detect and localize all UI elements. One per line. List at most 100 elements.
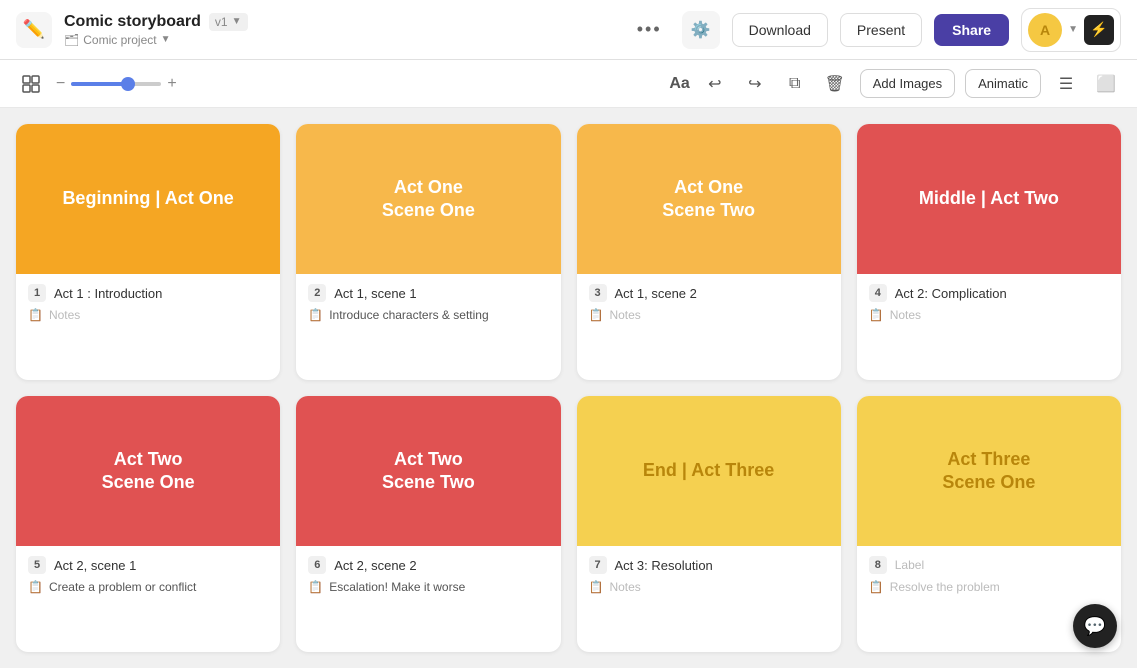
pencil-icon: ✏️	[23, 19, 45, 40]
card-notes-7: 📋 Notes	[589, 580, 829, 594]
card-1[interactable]: Beginning | Act One 1 Act 1 : Introducti…	[16, 124, 280, 380]
card-title-8: Label	[895, 558, 924, 572]
card-7[interactable]: End | Act Three 7 Act 3: Resolution 📋 No…	[577, 396, 841, 652]
card-number-8: 8	[869, 556, 887, 574]
trash-icon: 🗑	[825, 74, 845, 94]
grid-view-button[interactable]	[16, 69, 46, 99]
share-button[interactable]: Share	[934, 14, 1009, 46]
chevron-down-icon: ▼	[161, 34, 171, 45]
card-body-2: 2 Act 1, scene 1 📋 Introduce characters …	[296, 274, 560, 332]
animatic-button[interactable]: Animatic	[965, 69, 1041, 98]
card-body-8: 8 Label 📋 Resolve the problem	[857, 546, 1121, 604]
card-image-3: Act OneScene Two	[577, 124, 841, 274]
font-size-button[interactable]: Aa	[669, 75, 689, 93]
card-title-4: Act 2: Complication	[895, 286, 1007, 301]
card-2[interactable]: Act OneScene One 2 Act 1, scene 1 📋 Intr…	[296, 124, 560, 380]
present-button[interactable]: Present	[840, 13, 922, 47]
card-body-7: 7 Act 3: Resolution 📋 Notes	[577, 546, 841, 604]
card-notes-2: 📋 Introduce characters & setting	[308, 308, 548, 322]
card-image-6: Act TwoScene Two	[296, 396, 560, 546]
folder-icon: 🗂	[64, 33, 79, 47]
card-5[interactable]: Act TwoScene One 5 Act 2, scene 1 📋 Crea…	[16, 396, 280, 652]
card-body-3: 3 Act 1, scene 2 📋 Notes	[577, 274, 841, 332]
card-notes-text-5: Create a problem or conflict	[49, 580, 196, 594]
zoom-slider-container: − +	[56, 75, 177, 93]
redo-button[interactable]: ↪	[740, 69, 770, 99]
card-title-1: Act 1 : Introduction	[54, 286, 162, 301]
card-notes-1: 📋 Notes	[28, 308, 268, 322]
avatar[interactable]: A	[1028, 13, 1062, 47]
logo: ✏️	[16, 12, 52, 48]
export-icon: ⬜	[1096, 74, 1116, 94]
zoom-plus-button[interactable]: +	[167, 75, 176, 93]
card-number-row-5: 5 Act 2, scene 1	[28, 556, 268, 574]
undo-button[interactable]: ↩	[700, 69, 730, 99]
card-notes-text-8: Resolve the problem	[890, 580, 1000, 594]
card-notes-text-6: Escalation! Make it worse	[329, 580, 465, 594]
lightning-button[interactable]: ⚡	[1084, 15, 1114, 45]
app-title: Comic storyboard	[64, 13, 201, 31]
card-title-5: Act 2, scene 1	[54, 558, 136, 573]
gear-icon: ⚙️	[691, 20, 711, 40]
chat-icon: 💬	[1084, 616, 1106, 637]
breadcrumb[interactable]: 🗂 Comic project ▼	[64, 33, 248, 47]
card-number-row-8: 8 Label	[869, 556, 1109, 574]
notes-icon-5: 📋	[28, 580, 43, 594]
card-notes-text-2: Introduce characters & setting	[329, 308, 488, 322]
zoom-slider[interactable]	[71, 82, 161, 86]
card-number-2: 2	[308, 284, 326, 302]
storyboard-grid: Beginning | Act One 1 Act 1 : Introducti…	[0, 108, 1137, 668]
card-number-row-2: 2 Act 1, scene 1	[308, 284, 548, 302]
card-number-row-1: 1 Act 1 : Introduction	[28, 284, 268, 302]
card-3[interactable]: Act OneScene Two 3 Act 1, scene 2 📋 Note…	[577, 124, 841, 380]
notes-icon-1: 📋	[28, 308, 43, 322]
more-options-button[interactable]: •••	[629, 19, 670, 40]
card-6[interactable]: Act TwoScene Two 6 Act 2, scene 2 📋 Esca…	[296, 396, 560, 652]
card-number-5: 5	[28, 556, 46, 574]
add-images-button[interactable]: Add Images	[860, 69, 955, 98]
version-badge[interactable]: v1 ▼	[209, 13, 248, 31]
settings-button[interactable]: ⚙️	[682, 11, 720, 49]
card-number-1: 1	[28, 284, 46, 302]
card-title-2: Act 1, scene 1	[334, 286, 416, 301]
card-title-7: Act 3: Resolution	[615, 558, 713, 573]
undo-icon: ↩	[708, 74, 721, 94]
card-number-4: 4	[869, 284, 887, 302]
card-title-3: Act 1, scene 2	[615, 286, 697, 301]
card-number-row-7: 7 Act 3: Resolution	[589, 556, 829, 574]
notes-icon-8: 📋	[869, 580, 884, 594]
export-button[interactable]: ⬜	[1091, 69, 1121, 99]
card-notes-text-4: Notes	[890, 308, 921, 322]
card-body-6: 6 Act 2, scene 2 📋 Escalation! Make it w…	[296, 546, 560, 604]
card-number-7: 7	[589, 556, 607, 574]
card-notes-5: 📋 Create a problem or conflict	[28, 580, 268, 594]
card-body-4: 4 Act 2: Complication 📋 Notes	[857, 274, 1121, 332]
card-notes-8: 📋 Resolve the problem	[869, 580, 1109, 594]
notes-icon-4: 📋	[869, 308, 884, 322]
card-image-2: Act OneScene One	[296, 124, 560, 274]
grid-icon	[21, 74, 41, 94]
avatar-group: A ▼ ⚡	[1021, 8, 1121, 52]
toolbar: − + Aa ↩ ↪ ⧉ 🗑 Add Images Animatic ☰ ⬜	[0, 60, 1137, 108]
card-image-4: Middle | Act Two	[857, 124, 1121, 274]
card-number-row-6: 6 Act 2, scene 2	[308, 556, 548, 574]
list-view-button[interactable]: ☰	[1051, 69, 1081, 99]
redo-icon: ↪	[748, 74, 761, 94]
card-number-row-4: 4 Act 2: Complication	[869, 284, 1109, 302]
card-image-1: Beginning | Act One	[16, 124, 280, 274]
card-number-3: 3	[589, 284, 607, 302]
list-icon: ☰	[1059, 74, 1073, 94]
delete-button[interactable]: 🗑	[820, 69, 850, 99]
chat-button[interactable]: 💬	[1073, 604, 1117, 648]
card-4[interactable]: Middle | Act Two 4 Act 2: Complication 📋…	[857, 124, 1121, 380]
zoom-minus-button[interactable]: −	[56, 75, 65, 93]
copy-button[interactable]: ⧉	[780, 69, 810, 99]
copy-icon: ⧉	[789, 75, 800, 93]
chevron-icon: ▼	[232, 16, 242, 27]
card-notes-4: 📋 Notes	[869, 308, 1109, 322]
lightning-icon: ⚡	[1090, 21, 1107, 38]
avatar-chevron-icon: ▼	[1068, 24, 1078, 35]
notes-icon-3: 📋	[589, 308, 604, 322]
download-button[interactable]: Download	[732, 13, 828, 47]
card-image-5: Act TwoScene One	[16, 396, 280, 546]
